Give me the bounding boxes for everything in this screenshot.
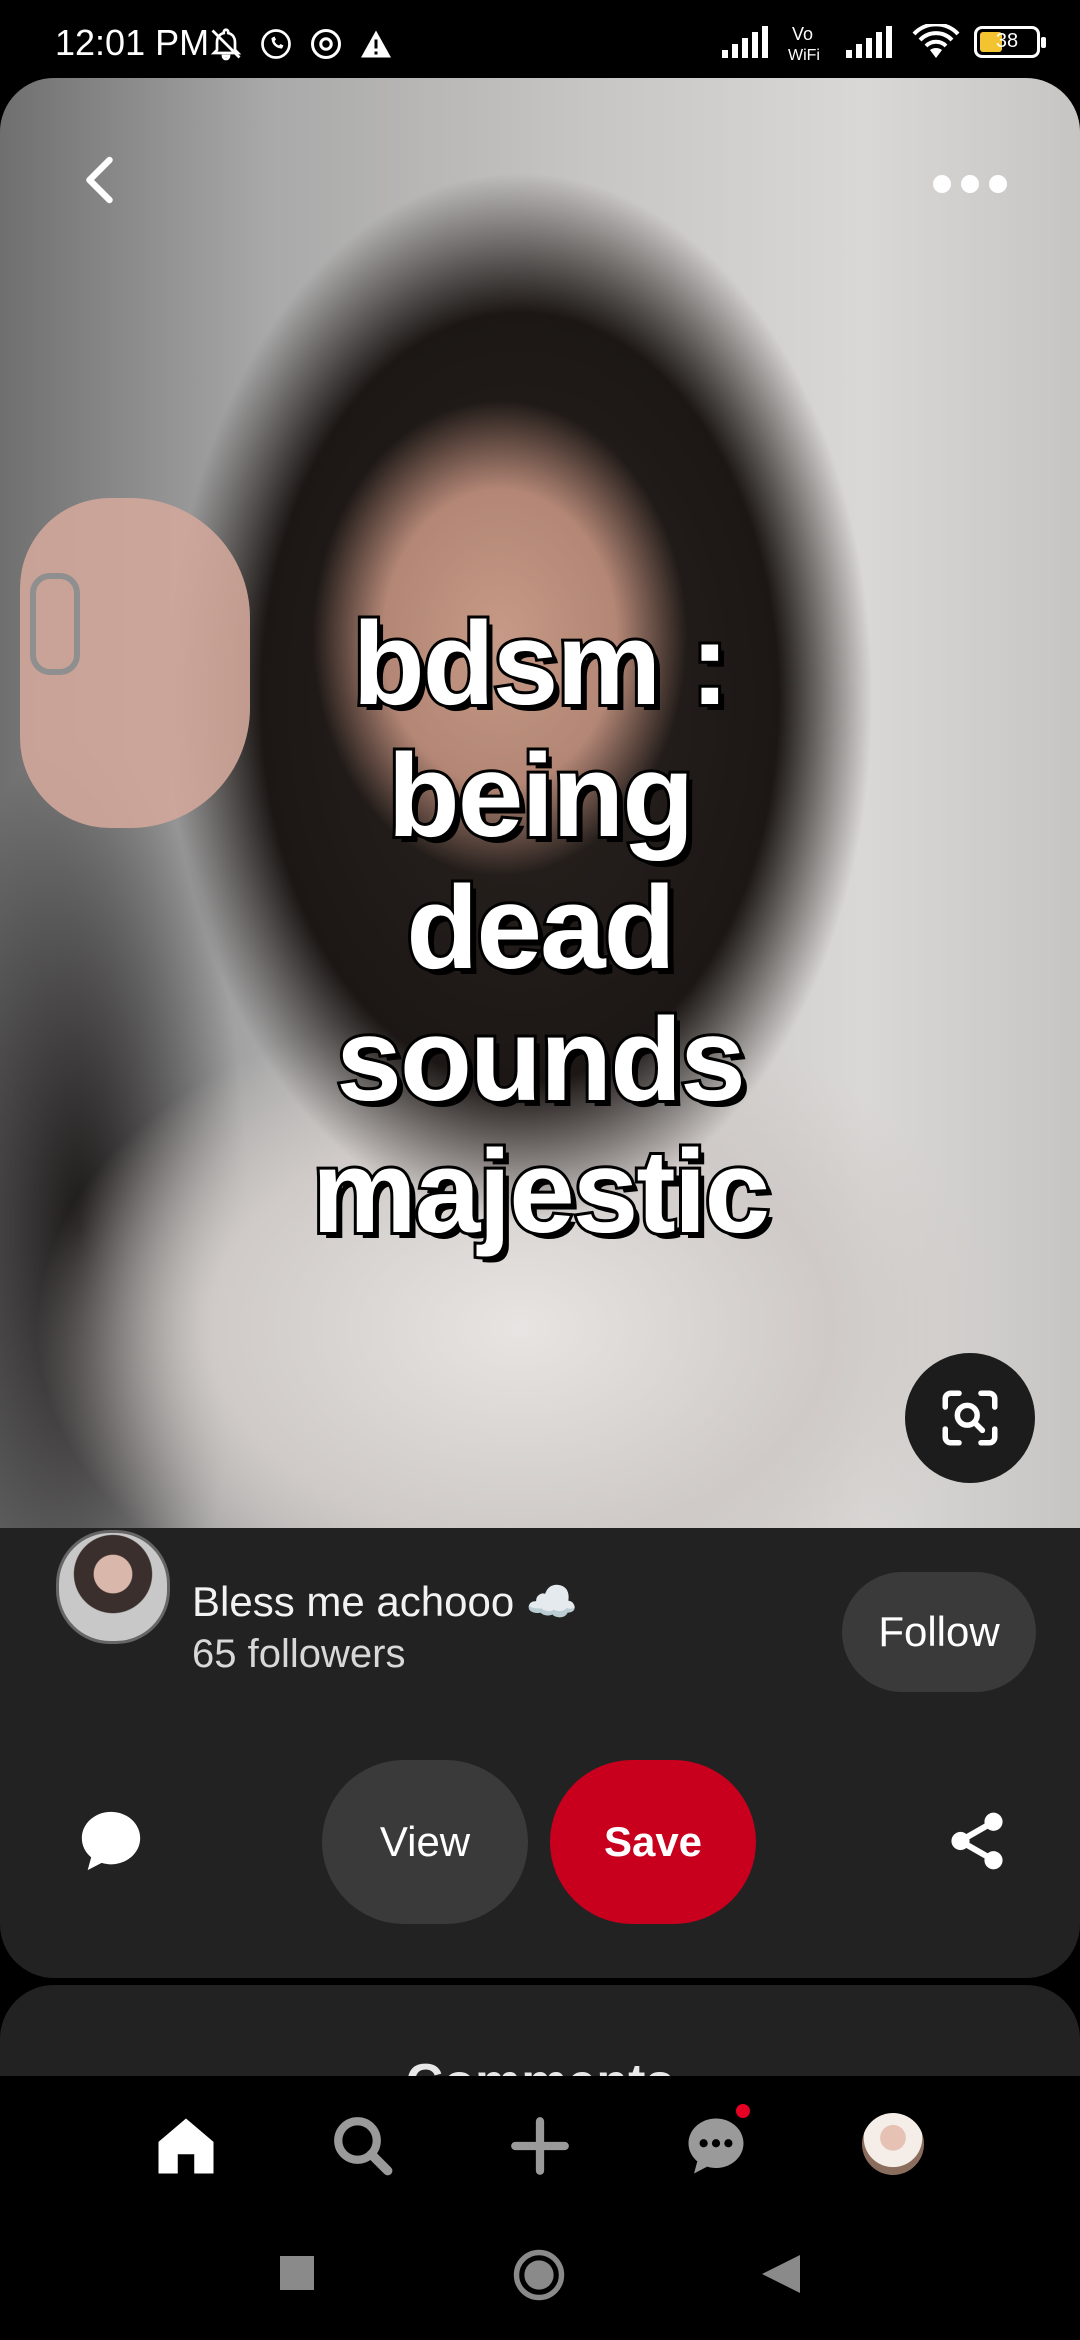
messages-icon — [688, 2118, 744, 2174]
bottom-nav — [0, 2076, 1080, 2208]
share-icon[interactable] — [944, 1808, 1010, 1874]
pin-image[interactable]: bdsm : being dead sounds majestic — [0, 78, 1080, 1528]
status-time: 12:01 PM — [55, 22, 210, 63]
status-notification-icons — [208, 26, 394, 62]
wifi-icon — [912, 24, 960, 58]
visual-search-button[interactable] — [905, 1353, 1035, 1483]
battery-icon: 38 — [974, 26, 1046, 58]
signal-icon — [722, 26, 768, 58]
battery-percent: 38 — [995, 30, 1019, 52]
system-nav-bar — [0, 2208, 1080, 2340]
svg-text:WiFi: WiFi — [788, 47, 820, 62]
plus-icon — [511, 2117, 569, 2175]
creator-followers: 65 followers — [192, 1632, 406, 1676]
view-button[interactable]: View — [322, 1760, 528, 1924]
chrome-icon — [311, 29, 341, 59]
save-button[interactable]: Save — [550, 1760, 756, 1924]
home-icon — [158, 2118, 214, 2174]
signal-icon — [846, 26, 892, 58]
comment-icon[interactable] — [76, 1806, 146, 1876]
creator-name[interactable]: Bless me achooo ☁️ — [192, 1578, 578, 1627]
more-options-icon[interactable] — [930, 164, 1010, 204]
lens-search-icon — [942, 1390, 998, 1446]
creator-avatar[interactable] — [56, 1530, 170, 1644]
home-button-icon[interactable] — [512, 2248, 566, 2302]
whatsapp-icon — [261, 29, 291, 59]
status-bar: 12:01 PM Vo WiFi 38 — [0, 0, 1080, 80]
status-system-icons: Vo WiFi 38 — [722, 22, 1046, 62]
nav-home[interactable] — [146, 2106, 226, 2186]
vowifi-icon: Vo WiFi — [788, 24, 820, 62]
bell-off-icon — [210, 28, 242, 61]
profile-avatar[interactable] — [862, 2113, 924, 2175]
follow-button[interactable]: Follow — [842, 1572, 1036, 1692]
notification-dot — [736, 2104, 750, 2118]
recents-icon[interactable] — [280, 2256, 314, 2290]
back-nav-icon[interactable] — [762, 2254, 800, 2294]
nav-messages[interactable] — [676, 2106, 756, 2186]
nav-create[interactable] — [500, 2106, 580, 2186]
pin-overlay-text: bdsm : being dead sounds majestic — [309, 595, 773, 1261]
search-icon — [334, 2117, 393, 2176]
warning-icon — [361, 30, 391, 58]
svg-text:Vo: Vo — [792, 24, 813, 44]
nav-search[interactable] — [323, 2106, 403, 2186]
pin-card: bdsm : being dead sounds majestic — [0, 78, 1080, 1978]
back-icon[interactable] — [72, 150, 132, 210]
battery-tip — [1041, 37, 1046, 48]
